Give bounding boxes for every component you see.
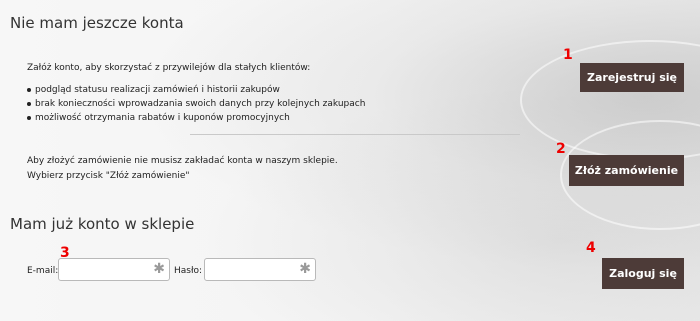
benefit-item: podgląd statusu realizacji zamówień i hi… [27,83,365,97]
email-field[interactable]: ✱ [58,258,170,281]
annotation-4: 4 [586,240,596,256]
benefits-list: podgląd statusu realizacji zamówień i hi… [27,83,365,125]
password-field[interactable]: ✱ [204,258,316,281]
guest-order-text-line1: Aby złożyć zamówienie nie musisz zakłada… [27,156,338,166]
annotation-2: 2 [556,141,566,157]
register-button[interactable]: Zarejestruj się [580,63,684,92]
section-divider [190,134,520,135]
password-input[interactable] [205,259,295,280]
login-heading: Mam już konto w sklepie [10,215,195,233]
email-input[interactable] [59,259,149,280]
annotation-1: 1 [563,47,573,63]
login-button[interactable]: Zaloguj się [602,258,684,289]
email-label: E-mail: [27,266,59,276]
required-asterisk-icon: ✱ [153,261,165,277]
new-account-heading: Nie mam jeszcze konta [10,14,184,32]
place-order-button[interactable]: Złóż zamówienie [569,155,684,186]
required-asterisk-icon: ✱ [299,261,311,277]
register-intro-text: Załóż konto, aby skorzystać z przywilejó… [27,63,311,73]
guest-order-text-line2: Wybierz przycisk "Złóż zamówienie" [27,171,190,181]
benefit-item: możliwość otrzymania rabatów i kuponów p… [27,111,365,125]
benefit-item: brak konieczności wprowadzania swoich da… [27,97,365,111]
password-label: Hasło: [174,266,203,276]
